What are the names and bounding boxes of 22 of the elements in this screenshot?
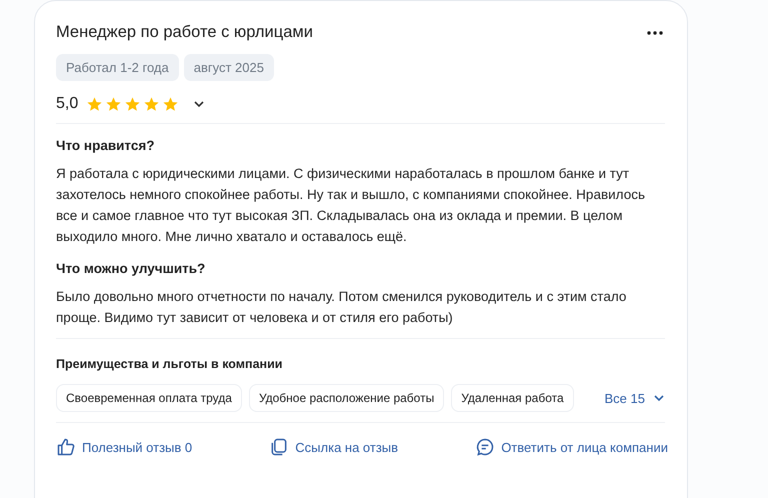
thumbs-up-icon (56, 437, 76, 457)
chat-bubble-icon (475, 437, 496, 457)
review-text: Было довольно много отчетности по началу. Потом сменился руководитель и с этим стало проще. Видимо тут зависит от человека и от стиля его работы) (56, 288, 628, 327)
action-link[interactable]: Полезный отзыв 0 (56, 437, 192, 457)
more-icon[interactable] (647, 30, 663, 34)
benefit-chip: Своевременная оплата труда (56, 384, 242, 412)
review-text: Я работала с юридическими лицами. С физическими наработалась в прошлом банке и тут захотелось немного спокойнее работы. Ну так и вышло, с компаниями спокойнее. Нравилось все и самое главное что тут высокая ЗП. Складывалась она из оклада и премии. В целом выходило много. Мне лично хватало и оставалось ещё. (56, 165, 646, 246)
benefits-heading: Преимущества и льготы в компании (56, 357, 284, 371)
copy-icon (269, 437, 290, 457)
chevron-down-icon (653, 394, 665, 402)
action-link[interactable]: Ссылка на отзыв (269, 437, 398, 457)
review-title: Менеджер по работе с юрлицами (56, 23, 313, 42)
action-link[interactable]: Ответить от лица компании (475, 437, 668, 457)
benefit-chip: Удаленная работа (451, 384, 574, 412)
section-heading: Что можно улучшить? (56, 261, 206, 276)
benefit-chip: Удобное расположение работы (248, 384, 444, 412)
tag: август 2025 (184, 54, 274, 81)
show-all-button[interactable]: Все 15 (604, 390, 665, 406)
chevron-down-icon[interactable] (193, 100, 206, 108)
tag: Работал 1-2 года (56, 54, 179, 81)
section-heading: Что нравится? (56, 138, 156, 153)
rating-score: 5,0 (56, 95, 78, 113)
